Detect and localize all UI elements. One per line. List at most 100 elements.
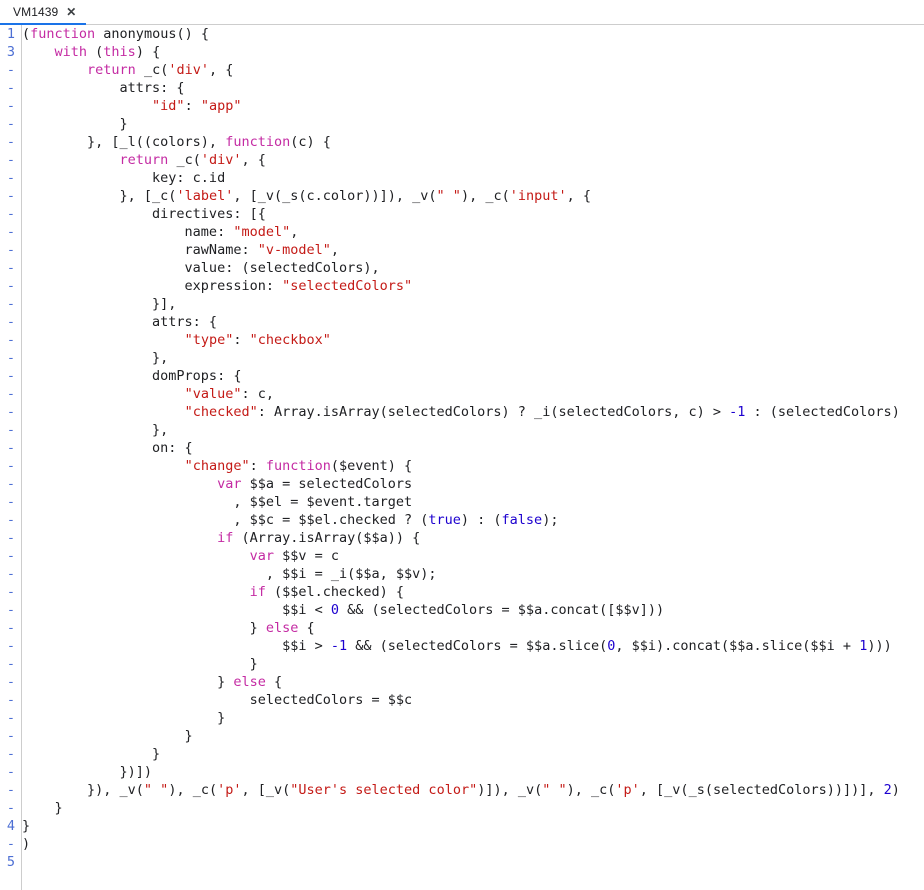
code-line-content[interactable]: }, — [18, 349, 924, 367]
line-number[interactable]: - — [0, 403, 18, 421]
code-line[interactable]: - }, — [0, 349, 924, 367]
line-number[interactable]: - — [0, 691, 18, 709]
line-number[interactable]: - — [0, 673, 18, 691]
code-line-content[interactable]: }, [_c('label', [_v(_s(c.color))]), _v("… — [18, 187, 924, 205]
code-line[interactable]: - var $$a = selectedColors — [0, 475, 924, 493]
line-number[interactable]: - — [0, 187, 18, 205]
code-line-content[interactable]: name: "model", — [18, 223, 924, 241]
code-line[interactable]: - value: (selectedColors), — [0, 259, 924, 277]
line-number[interactable]: - — [0, 331, 18, 349]
line-number[interactable]: - — [0, 475, 18, 493]
code-line-content[interactable]: if (Array.isArray($$a)) { — [18, 529, 924, 547]
line-number[interactable]: - — [0, 457, 18, 475]
code-line[interactable]: - , $$i = _i($$a, $$v); — [0, 565, 924, 583]
code-line[interactable]: - } else { — [0, 619, 924, 637]
code-line-content[interactable]: , $$el = $event.target — [18, 493, 924, 511]
code-line[interactable]: - } — [0, 709, 924, 727]
code-line-content[interactable] — [18, 853, 924, 871]
line-number[interactable]: - — [0, 511, 18, 529]
line-number[interactable]: - — [0, 169, 18, 187]
code-line[interactable]: - if ($$el.checked) { — [0, 583, 924, 601]
code-line[interactable]: - expression: "selectedColors" — [0, 277, 924, 295]
code-line-content[interactable]: ) — [18, 835, 924, 853]
code-editor[interactable]: 1 (function anonymous() {3 with (this) {-… — [0, 25, 924, 890]
code-line[interactable]: - var $$v = c — [0, 547, 924, 565]
code-line-content[interactable]: }, [_l((colors), function(c) { — [18, 133, 924, 151]
code-line[interactable]: - selectedColors = $$c — [0, 691, 924, 709]
code-line[interactable]: - $$i > -1 && (selectedColors = $$a.slic… — [0, 637, 924, 655]
line-number[interactable]: - — [0, 421, 18, 439]
code-line[interactable]: - } — [0, 745, 924, 763]
code-line-content[interactable]: } else { — [18, 673, 924, 691]
code-line[interactable]: - , $$el = $event.target — [0, 493, 924, 511]
code-line-content[interactable]: var $$v = c — [18, 547, 924, 565]
code-line[interactable]: - }], — [0, 295, 924, 313]
line-number[interactable]: - — [0, 151, 18, 169]
line-number[interactable]: - — [0, 349, 18, 367]
code-line-content[interactable]: attrs: { — [18, 79, 924, 97]
line-number[interactable]: 4 — [0, 817, 18, 835]
code-line-content[interactable]: domProps: { — [18, 367, 924, 385]
line-number[interactable]: - — [0, 385, 18, 403]
code-line[interactable]: - "type": "checkbox" — [0, 331, 924, 349]
code-line[interactable]: -) — [0, 835, 924, 853]
line-number[interactable]: - — [0, 367, 18, 385]
code-line-content[interactable]: expression: "selectedColors" — [18, 277, 924, 295]
line-number[interactable]: - — [0, 781, 18, 799]
line-number[interactable]: - — [0, 223, 18, 241]
code-line-content[interactable]: }, — [18, 421, 924, 439]
code-line[interactable]: - domProps: { — [0, 367, 924, 385]
code-line-content[interactable]: "checked": Array.isArray(selectedColors)… — [18, 403, 924, 421]
line-number[interactable]: - — [0, 565, 18, 583]
code-line-content[interactable]: "type": "checkbox" — [18, 331, 924, 349]
code-line-content[interactable]: } — [18, 115, 924, 133]
line-number[interactable]: - — [0, 547, 18, 565]
code-lines-container[interactable]: 1 (function anonymous() {3 with (this) {-… — [0, 25, 924, 890]
line-number[interactable]: - — [0, 79, 18, 97]
tab-vm1439[interactable]: VM1439 ✕ — [0, 0, 87, 25]
code-line-content[interactable]: , $$i = _i($$a, $$v); — [18, 565, 924, 583]
line-number[interactable]: - — [0, 493, 18, 511]
line-number[interactable]: 3 — [0, 43, 18, 61]
code-line-content[interactable]: directives: [{ — [18, 205, 924, 223]
code-line-content[interactable]: } — [18, 655, 924, 673]
code-line[interactable]: - attrs: { — [0, 79, 924, 97]
code-line-content[interactable]: } — [18, 817, 924, 835]
line-number[interactable]: - — [0, 619, 18, 637]
code-line[interactable]: - key: c.id — [0, 169, 924, 187]
line-number[interactable]: - — [0, 295, 18, 313]
code-line-content[interactable]: rawName: "v-model", — [18, 241, 924, 259]
code-line-content[interactable]: "change": function($event) { — [18, 457, 924, 475]
code-line[interactable]: - $$i < 0 && (selectedColors = $$a.conca… — [0, 601, 924, 619]
line-number[interactable]: - — [0, 709, 18, 727]
code-line-content[interactable]: "value": c, — [18, 385, 924, 403]
line-number[interactable]: - — [0, 277, 18, 295]
code-line[interactable]: - } — [0, 115, 924, 133]
code-line[interactable]: 4} — [0, 817, 924, 835]
code-line-content[interactable]: })]) — [18, 763, 924, 781]
code-line[interactable]: - on: { — [0, 439, 924, 457]
line-number[interactable]: - — [0, 97, 18, 115]
code-line[interactable]: - "change": function($event) { — [0, 457, 924, 475]
code-line[interactable]: - }, [_l((colors), function(c) { — [0, 133, 924, 151]
code-line[interactable]: - directives: [{ — [0, 205, 924, 223]
line-number[interactable]: - — [0, 529, 18, 547]
close-icon[interactable]: ✕ — [65, 6, 77, 18]
code-line-content[interactable]: } — [18, 799, 924, 817]
code-line[interactable]: - })]) — [0, 763, 924, 781]
code-line-content[interactable]: value: (selectedColors), — [18, 259, 924, 277]
line-number[interactable]: - — [0, 115, 18, 133]
code-line-content[interactable]: $$i < 0 && (selectedColors = $$a.concat(… — [18, 601, 924, 619]
code-line-content[interactable]: if ($$el.checked) { — [18, 583, 924, 601]
code-line-content[interactable]: } — [18, 745, 924, 763]
code-line-content[interactable]: attrs: { — [18, 313, 924, 331]
code-line[interactable]: 5 — [0, 853, 924, 871]
line-number[interactable]: - — [0, 583, 18, 601]
code-line-content[interactable]: "id": "app" — [18, 97, 924, 115]
code-line[interactable]: 1 (function anonymous() { — [0, 25, 924, 43]
code-line-content[interactable]: with (this) { — [18, 43, 924, 61]
line-number[interactable]: - — [0, 727, 18, 745]
code-line[interactable]: - "id": "app" — [0, 97, 924, 115]
line-number[interactable]: - — [0, 745, 18, 763]
line-number[interactable]: - — [0, 655, 18, 673]
